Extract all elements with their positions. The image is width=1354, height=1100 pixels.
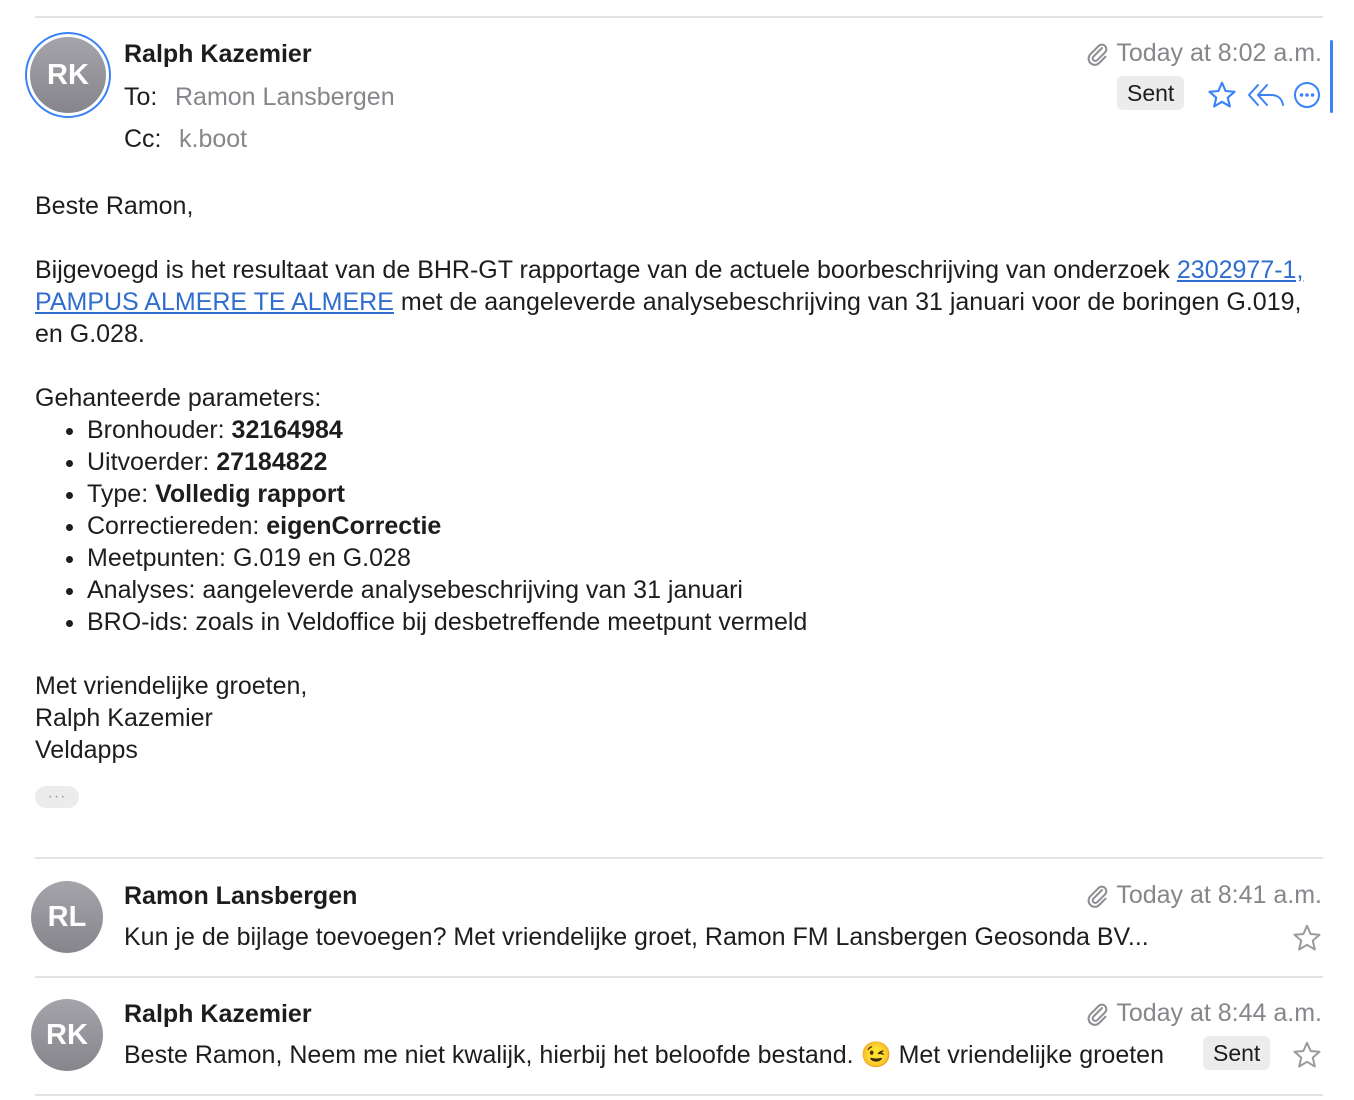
message-divider bbox=[35, 857, 1323, 859]
message-preview[interactable]: Beste Ramon, Neem me niet kwalijk, hierb… bbox=[124, 1041, 1169, 1070]
params-list: Bronhouder: 32164984 Uitvoerder: 2718482… bbox=[35, 414, 1305, 638]
signature-company: Veldapps bbox=[35, 736, 138, 764]
timestamp-text: Today at 8:41 a.m. bbox=[1116, 881, 1322, 909]
avatar: RK bbox=[31, 999, 103, 1071]
sent-badge: Sent bbox=[1117, 76, 1185, 110]
to-label: To: bbox=[124, 83, 158, 111]
sender-name[interactable]: Ralph Kazemier bbox=[124, 1000, 312, 1029]
body-paragraph: Bijgevoegd is het resultaat van de BHR-G… bbox=[35, 256, 1304, 348]
paperclip-icon[interactable] bbox=[1086, 1002, 1108, 1026]
message-divider bbox=[35, 976, 1323, 978]
star-icon[interactable] bbox=[1290, 1038, 1324, 1072]
bottom-divider bbox=[35, 1094, 1323, 1096]
avatar: RL bbox=[31, 881, 103, 953]
message-body: Beste Ramon, Bijgevoegd is het resultaat… bbox=[35, 190, 1305, 766]
message-timestamp: Today at 8:02 a.m. bbox=[1086, 39, 1322, 68]
sent-badge: Sent bbox=[1203, 1036, 1271, 1070]
paperclip-icon[interactable] bbox=[1086, 884, 1108, 908]
signature: Met vriendelijke groeten, Ralph Kazemier… bbox=[35, 670, 1305, 766]
avatar-initials: RK bbox=[47, 58, 89, 91]
avatar-initials: RL bbox=[47, 900, 87, 933]
list-item: Bronhouder: 32164984 bbox=[87, 414, 1305, 446]
star-icon[interactable] bbox=[1205, 78, 1239, 112]
message-preview[interactable]: Kun je de bijlage toevoegen? Met vriende… bbox=[124, 923, 1234, 952]
star-icon[interactable] bbox=[1290, 921, 1324, 955]
closing: Met vriendelijke groeten, bbox=[35, 672, 308, 700]
signature-name: Ralph Kazemier bbox=[35, 704, 213, 732]
list-item: BRO-ids: zoals in Veldoffice bij desbetr… bbox=[87, 606, 1305, 638]
cc-label: Cc: bbox=[124, 125, 162, 153]
selection-indicator bbox=[1330, 40, 1333, 113]
sender-name[interactable]: Ramon Lansbergen bbox=[124, 882, 357, 911]
show-quoted-text-button[interactable]: ··· bbox=[35, 786, 79, 808]
more-icon[interactable] bbox=[1292, 80, 1322, 110]
paperclip-icon[interactable] bbox=[1086, 42, 1108, 66]
avatar: RK bbox=[30, 37, 106, 113]
reply-all-icon[interactable] bbox=[1245, 78, 1287, 112]
list-item: Type: Volledig rapport bbox=[87, 478, 1305, 510]
to-recipient[interactable]: Ramon Lansbergen bbox=[175, 83, 395, 112]
params-heading: Gehanteerde parameters: bbox=[35, 384, 322, 412]
avatar-initials: RK bbox=[46, 1018, 88, 1051]
list-item: Correctiereden: eigenCorrectie bbox=[87, 510, 1305, 542]
message-timestamp: Today at 8:41 a.m. bbox=[1086, 881, 1322, 910]
cc-recipient[interactable]: k.boot bbox=[179, 125, 247, 154]
timestamp-text: Today at 8:44 a.m. bbox=[1116, 999, 1322, 1027]
list-item: Meetpunten: G.019 en G.028 bbox=[87, 542, 1305, 574]
timestamp-text: Today at 8:02 a.m. bbox=[1116, 39, 1322, 67]
list-item: Uitvoerder: 27184822 bbox=[87, 446, 1305, 478]
message-timestamp: Today at 8:44 a.m. bbox=[1086, 999, 1322, 1028]
list-item: Analyses: aangeleverde analysebeschrijvi… bbox=[87, 574, 1305, 606]
sender-name[interactable]: Ralph Kazemier bbox=[124, 40, 312, 69]
top-divider bbox=[35, 16, 1323, 18]
greeting: Beste Ramon, bbox=[35, 192, 194, 220]
